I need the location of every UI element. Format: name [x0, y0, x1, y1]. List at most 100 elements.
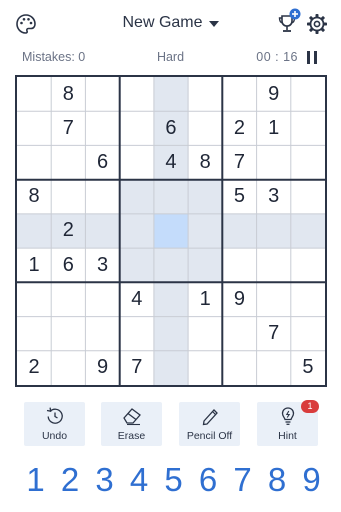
pause-icon[interactable]: [307, 51, 319, 64]
sudoku-cell-r2c1[interactable]: [17, 111, 51, 145]
sudoku-cell-r7c2[interactable]: [51, 282, 85, 316]
sudoku-cell-r3c8[interactable]: [257, 145, 291, 179]
erase-button[interactable]: Erase: [101, 402, 162, 446]
numpad-key-2[interactable]: 2: [53, 458, 87, 502]
gear-icon[interactable]: [306, 13, 328, 35]
sudoku-cell-r2c7[interactable]: 2: [222, 111, 256, 145]
sudoku-cell-r6c1[interactable]: 1: [17, 248, 51, 282]
sudoku-cell-r2c6[interactable]: [188, 111, 222, 145]
sudoku-cell-r8c9[interactable]: [291, 317, 325, 351]
sudoku-cell-r1c4[interactable]: [120, 77, 154, 111]
sudoku-cell-r8c6[interactable]: [188, 317, 222, 351]
numpad-key-5[interactable]: 5: [157, 458, 191, 502]
sudoku-cell-r4c1[interactable]: 8: [17, 180, 51, 214]
sudoku-cell-r3c2[interactable]: [51, 145, 85, 179]
sudoku-cell-r1c1[interactable]: [17, 77, 51, 111]
sudoku-cell-r3c6[interactable]: 8: [188, 145, 222, 179]
sudoku-cell-r3c1[interactable]: [17, 145, 51, 179]
sudoku-cell-r5c3[interactable]: [85, 213, 120, 249]
sudoku-cell-r4c4[interactable]: [119, 179, 154, 214]
sudoku-cell-r8c2[interactable]: [51, 317, 85, 351]
sudoku-cell-r9c5[interactable]: [153, 350, 189, 385]
sudoku-cell-r1c6[interactable]: [188, 77, 222, 111]
sudoku-cell-r5c6[interactable]: [188, 213, 223, 249]
eraser-icon: [122, 408, 141, 426]
sudoku-cell-r7c4[interactable]: 4: [120, 282, 154, 316]
numpad-key-1[interactable]: 1: [19, 458, 53, 502]
sudoku-cell-r6c7[interactable]: [222, 248, 256, 282]
sudoku-cell-r7c7[interactable]: 9: [222, 282, 256, 316]
sudoku-cell-r7c9[interactable]: [291, 282, 325, 316]
trophy-icon[interactable]: [276, 8, 302, 36]
sudoku-cell-r5c4[interactable]: [119, 213, 154, 249]
pencil-button[interactable]: Pencil Off: [179, 402, 240, 446]
sudoku-cell-r3c3[interactable]: 6: [85, 145, 119, 179]
sudoku-cell-r8c4[interactable]: [120, 317, 154, 351]
sudoku-cell-r8c3[interactable]: [85, 317, 119, 351]
sudoku-cell-r7c1[interactable]: [17, 282, 51, 316]
sudoku-cell-r2c9[interactable]: [291, 111, 325, 145]
sudoku-cell-r9c8[interactable]: [257, 351, 291, 385]
numpad-key-4[interactable]: 4: [122, 458, 156, 502]
sudoku-cell-r5c7[interactable]: [222, 213, 257, 249]
sudoku-cell-r4c6[interactable]: [188, 179, 223, 214]
sudoku-cell-r1c9[interactable]: [291, 77, 325, 111]
numpad-key-6[interactable]: 6: [191, 458, 225, 502]
sudoku-cell-r6c5[interactable]: [153, 248, 189, 283]
sudoku-cell-r9c9[interactable]: 5: [291, 351, 325, 385]
sudoku-cell-r2c4[interactable]: [120, 111, 154, 145]
sudoku-cell-r8c1[interactable]: [17, 317, 51, 351]
sudoku-cell-r4c2[interactable]: [51, 180, 85, 214]
sudoku-cell-r8c7[interactable]: [222, 317, 256, 351]
sudoku-cell-r4c7[interactable]: 5: [222, 180, 256, 214]
sudoku-cell-r5c1[interactable]: [17, 213, 52, 249]
sudoku-cell-r6c8[interactable]: [257, 248, 291, 282]
sudoku-cell-r5c2[interactable]: 2: [51, 213, 86, 249]
sudoku-cell-r9c4[interactable]: 7: [120, 351, 154, 385]
sudoku-cell-r2c5[interactable]: 6: [153, 111, 189, 146]
sudoku-cell-r6c4[interactable]: [119, 248, 154, 283]
numpad-key-7[interactable]: 7: [226, 458, 260, 502]
sudoku-cell-r3c9[interactable]: [291, 145, 325, 179]
sudoku-cell-r1c3[interactable]: [85, 77, 119, 111]
new-game-label: New Game: [122, 14, 203, 31]
numpad-key-9[interactable]: 9: [295, 458, 329, 502]
caret-down-icon: [208, 21, 219, 27]
sudoku-cell-r7c5[interactable]: [153, 282, 189, 317]
sudoku-cell-r4c5[interactable]: [153, 179, 189, 214]
new-game-button[interactable]: New Game: [122, 14, 219, 32]
sudoku-cell-r3c7[interactable]: 7: [222, 145, 256, 179]
sudoku-cell-r1c8[interactable]: 9: [257, 77, 291, 111]
sudoku-cell-r7c8[interactable]: [257, 282, 291, 316]
sudoku-cell-r4c9[interactable]: [291, 180, 325, 214]
numpad-key-8[interactable]: 8: [260, 458, 294, 502]
sudoku-cell-r6c6[interactable]: [188, 248, 223, 283]
sudoku-cell-r6c9[interactable]: [291, 248, 325, 282]
sudoku-cell-r8c5[interactable]: [153, 316, 189, 351]
sudoku-cell-r3c4[interactable]: [120, 145, 154, 179]
sudoku-cell-r9c3[interactable]: 9: [85, 351, 119, 385]
sudoku-cell-r9c6[interactable]: [188, 351, 222, 385]
sudoku-cell-r5c8[interactable]: [256, 213, 291, 249]
sudoku-cell-r5c9[interactable]: [290, 213, 325, 249]
numpad-key-3[interactable]: 3: [88, 458, 122, 502]
sudoku-cell-r9c2[interactable]: [51, 351, 85, 385]
sudoku-cell-r1c5[interactable]: [153, 77, 189, 112]
sudoku-cell-r1c2[interactable]: 8: [51, 77, 85, 111]
sudoku-cell-r8c8[interactable]: 7: [257, 317, 291, 351]
sudoku-cell-r6c2[interactable]: 6: [51, 248, 85, 282]
sudoku-cell-r1c7[interactable]: [222, 77, 256, 111]
sudoku-cell-r4c3[interactable]: [85, 180, 119, 214]
sudoku-cell-r2c3[interactable]: [85, 111, 119, 145]
sudoku-cell-r2c8[interactable]: 1: [257, 111, 291, 145]
sudoku-cell-r4c8[interactable]: 3: [257, 180, 291, 214]
sudoku-cell-r2c2[interactable]: 7: [51, 111, 85, 145]
sudoku-cell-r9c7[interactable]: [222, 351, 256, 385]
sudoku-cell-r9c1[interactable]: 2: [17, 351, 51, 385]
sudoku-cell-r5c5[interactable]: [153, 213, 189, 249]
sudoku-cell-r6c3[interactable]: 3: [85, 248, 119, 282]
sudoku-cell-r3c5[interactable]: 4: [153, 145, 189, 180]
sudoku-cell-r7c3[interactable]: [85, 282, 119, 316]
undo-button[interactable]: Undo: [24, 402, 85, 446]
sudoku-cell-r7c6[interactable]: 1: [188, 282, 222, 316]
